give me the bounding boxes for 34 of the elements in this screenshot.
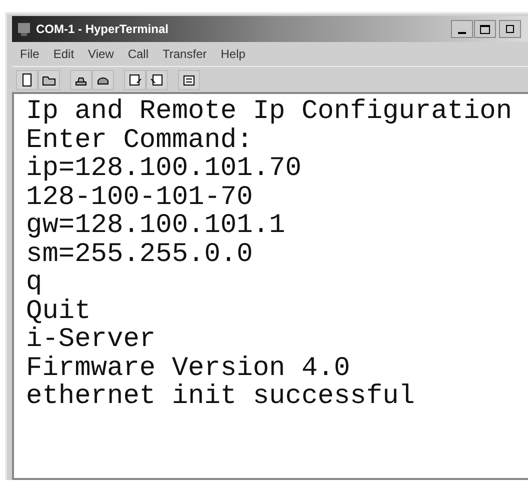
terminal-line: Ip and Remote Ip Configuration [26,98,512,126]
menu-item[interactable]: File [20,45,40,63]
menu-item[interactable]: Edit [53,45,74,63]
close-button[interactable] [499,20,521,38]
menu-item[interactable]: View [88,45,114,63]
hang-up-button[interactable] [92,70,114,90]
page-icon [20,72,34,86]
terminal-line: Quit [26,298,91,326]
menu-item[interactable]: Transfer [162,45,207,63]
terminal-line: Enter Command: [26,126,253,155]
menu-item[interactable]: Help [220,45,246,63]
properties-button[interactable] [178,70,200,90]
terminal-line: sm=255.255.0.0 [26,240,253,269]
open-folder-button[interactable] [38,70,60,90]
minimize-icon [458,32,466,34]
close-icon [506,25,514,33]
terminal-line: ip=128.100.101.70 [26,155,302,184]
terminal-line: Firmware Version 4.0 [26,354,350,383]
menu-item[interactable]: Call [128,45,148,63]
new-file-button[interactable] [16,70,38,90]
phone-button[interactable] [70,70,92,90]
terminal-line: gw=128.100.101.1 [26,212,286,240]
maximize-button[interactable] [474,20,496,38]
minimize-button[interactable] [451,20,473,38]
terminal-line: i-Server [26,326,156,354]
window-title: COM-1 - HyperTerminal [36,21,168,38]
terminal-line: q [26,269,42,298]
terminal-icon [16,21,32,37]
terminal-line: ethernet init successful [26,383,415,412]
maximize-icon [480,24,490,34]
document-icon [182,72,196,86]
send-button[interactable] [124,70,146,90]
receive-button[interactable] [146,70,168,90]
terminal-line: 128-100-101-70 [26,184,253,212]
